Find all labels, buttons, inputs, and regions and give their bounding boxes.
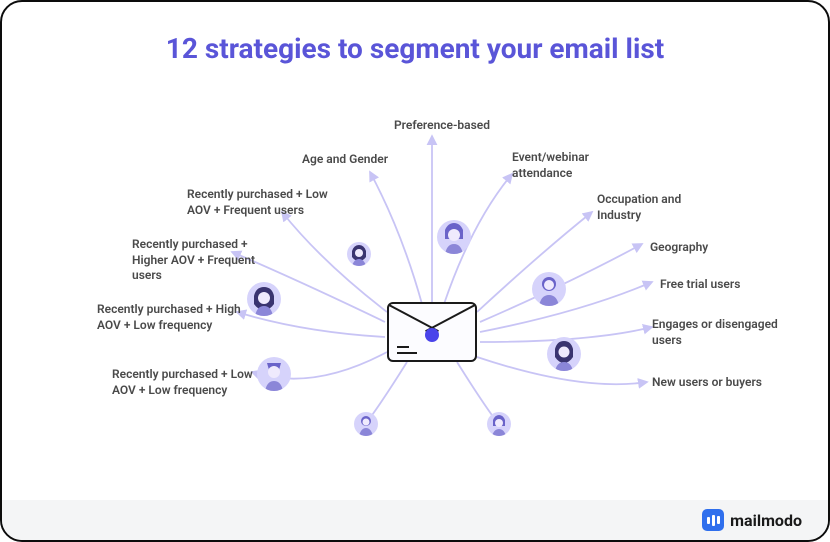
brand-logo-text: mailmodo (730, 511, 802, 530)
strategy-label: Recently purchased + Higher AOV + Freque… (132, 237, 282, 284)
avatar-icon (354, 412, 378, 436)
avatar-icon (247, 282, 281, 316)
strategy-label: Age and Gender (302, 152, 422, 168)
strategy-label: Recently purchased + High AOV + Low freq… (97, 302, 247, 333)
strategy-label: Recently purchased + Low AOV + Frequent … (187, 187, 347, 218)
avatar-icon (437, 220, 471, 254)
avatar-icon (547, 337, 581, 371)
strategy-label: Occupation and Industry (597, 192, 727, 223)
strategy-label: Event/webinar attendance (512, 150, 632, 181)
avatar-icon (257, 357, 291, 391)
footer-bar: mailmodo (2, 500, 828, 540)
strategy-label: Recently purchased + Low AOV + Low frequ… (112, 367, 262, 398)
strategy-label: New users or buyers (652, 375, 792, 391)
diagram-stage: Age and Gender Recently purchased + Low … (2, 112, 828, 482)
strategy-label: Free trial users (660, 277, 780, 293)
strategy-label: Engages or disengaged users (652, 317, 782, 348)
strategy-label: Preference-based (372, 118, 512, 134)
avatar-icon (347, 242, 371, 266)
brand-logo-icon (702, 509, 724, 531)
avatar-icon (532, 272, 566, 306)
avatar-icon (487, 412, 511, 436)
envelope-icon (387, 302, 477, 362)
brand-logo: mailmodo (702, 509, 802, 531)
strategy-label: Geography (650, 240, 770, 256)
diagram-title: 12 strategies to segment your email list (2, 32, 828, 65)
diagram-card: 12 strategies to segment your email list (0, 0, 830, 542)
